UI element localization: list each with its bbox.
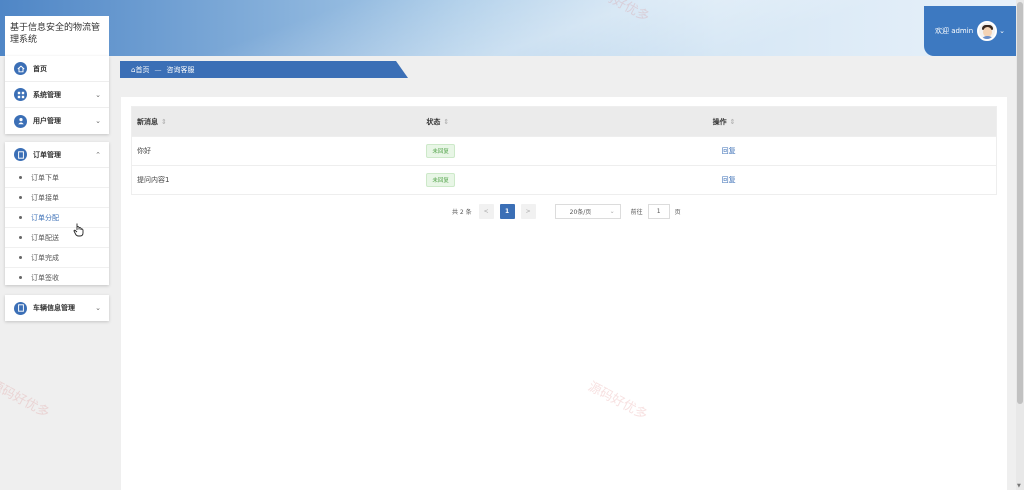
sidebar-subitem-order-assign[interactable]: 订单分配: [5, 208, 109, 228]
goto-label: 前往: [630, 209, 643, 216]
chevron-down-icon: ⌄: [95, 117, 101, 125]
app-title: 基于信息安全的物流管理系统: [5, 16, 109, 56]
watermark: 源码好优多: [0, 377, 52, 422]
top-banner: [0, 0, 1024, 56]
column-header-status[interactable]: 状态 ⇕: [420, 117, 708, 127]
sidebar-item-label: 车辆信息管理: [33, 304, 75, 312]
column-header-action[interactable]: 操作 ⇕: [709, 117, 996, 127]
status-badge: 未回复: [426, 173, 455, 187]
main-panel: 新消息 ⇕ 状态 ⇕ 操作 ⇕ 你好 未回复 回复 提问内容1 未回复 回复 共 2 …: [121, 97, 1007, 490]
breadcrumb-separator: —: [154, 65, 162, 74]
user-menu[interactable]: 欢迎 admin ⌄: [924, 6, 1016, 56]
welcome-text: 欢迎 admin: [934, 27, 974, 35]
sort-icon: ⇕: [161, 117, 167, 126]
document-icon: [14, 148, 27, 161]
sort-icon: ⇕: [443, 117, 450, 126]
breadcrumb-current: 咨询客服: [166, 65, 195, 74]
table-row: 提问内容1 未回复 回复: [132, 165, 996, 194]
grid-icon: [14, 88, 27, 101]
sidebar-subitem-order-place[interactable]: 订单下单: [5, 168, 109, 188]
sidebar-subitem-order-deliver[interactable]: 订单配送: [5, 228, 109, 248]
sidebar-vehicle-group: 车辆信息管理 ⌄: [5, 295, 109, 321]
document-icon: [14, 301, 27, 315]
sidebar-subitem-order-sign[interactable]: 订单签收: [5, 268, 109, 285]
page-number-button[interactable]: 1: [499, 204, 515, 219]
cell-message: 你好: [137, 147, 151, 155]
sidebar-subitem-order-accept[interactable]: 订单接单: [5, 188, 109, 208]
sidebar-subitem-order-complete[interactable]: 订单完成: [5, 248, 109, 268]
total-count: 共 2 条: [452, 209, 472, 216]
sidebar-item-label: 用户管理: [33, 117, 61, 125]
sidebar-item-label: 首页: [33, 64, 47, 73]
chevron-down-icon: ⌄: [95, 90, 101, 99]
chevron-down-icon: ⌄: [95, 304, 101, 312]
sidebar-item-system[interactable]: 系统管理 ⌄: [5, 82, 109, 108]
sidebar-orders-group: 订单管理 ⌃ 订单下单 订单接单 订单分配 订单配送 订单完成 订单签收: [5, 142, 109, 285]
user-icon: [14, 114, 27, 128]
avatar[interactable]: [977, 21, 998, 41]
next-page-button[interactable]: >: [520, 204, 536, 219]
prev-page-button[interactable]: <: [478, 204, 494, 219]
breadcrumb-home[interactable]: 首页: [135, 65, 149, 75]
pagination: 共 2 条 < 1 > 20条/页 ⌄ 前往 1 页: [452, 204, 681, 219]
reply-button[interactable]: 回复: [722, 147, 736, 155]
scrollbar-thumb[interactable]: [1017, 2, 1023, 404]
table-row: 你好 未回复 回复: [132, 136, 996, 165]
goto-page-input[interactable]: 1: [647, 204, 670, 219]
page-unit-label: 页: [674, 209, 681, 216]
chevron-up-icon: ⌃: [95, 150, 101, 159]
messages-table: 新消息 ⇕ 状态 ⇕ 操作 ⇕ 你好 未回复 回复 提问内容1 未回复 回复: [131, 106, 997, 195]
scroll-down-icon[interactable]: ▼: [1017, 483, 1021, 489]
chevron-down-icon: ⌄: [609, 208, 615, 215]
column-header-message[interactable]: 新消息 ⇕: [132, 117, 420, 127]
cell-message: 提问内容1: [137, 176, 170, 184]
table-header: 新消息 ⇕ 状态 ⇕ 操作 ⇕: [132, 107, 996, 136]
sidebar-item-users[interactable]: 用户管理 ⌄: [5, 108, 109, 134]
sidebar-item-home[interactable]: 首页: [5, 56, 109, 82]
hand-cursor-icon: [73, 223, 84, 237]
sidebar-item-orders[interactable]: 订单管理 ⌃: [5, 142, 109, 168]
sidebar-item-label: 系统管理: [33, 90, 61, 99]
sidebar-item-vehicles[interactable]: 车辆信息管理 ⌄: [5, 295, 109, 321]
reply-button[interactable]: 回复: [722, 176, 736, 184]
scrollbar[interactable]: ▼: [1016, 0, 1024, 490]
chevron-down-icon[interactable]: ⌄: [999, 27, 1005, 35]
sort-icon: ⇕: [729, 117, 736, 126]
home-icon: [14, 62, 27, 75]
sidebar-nav: 首页 系统管理 ⌄ 用户管理 ⌄: [5, 56, 109, 134]
breadcrumb: ⌂ 首页 — 咨询客服: [120, 61, 408, 78]
status-badge: 未回复: [426, 144, 455, 158]
page-size-select[interactable]: 20条/页 ⌄: [554, 204, 621, 219]
sidebar-item-label: 订单管理: [33, 150, 61, 159]
